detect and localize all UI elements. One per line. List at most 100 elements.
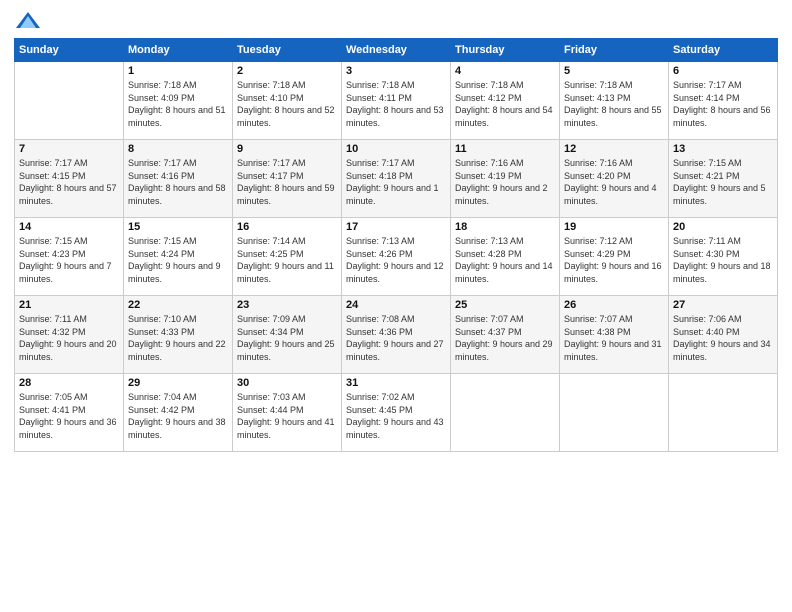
calendar-cell: 3 Sunrise: 7:18 AMSunset: 4:11 PMDaylight… (342, 62, 451, 140)
day-info: Sunrise: 7:02 AMSunset: 4:45 PMDaylight:… (346, 391, 446, 441)
day-number: 22 (128, 299, 228, 311)
day-number: 23 (237, 299, 337, 311)
week-row-4: 21 Sunrise: 7:11 AMSunset: 4:32 PMDayligh… (15, 296, 778, 374)
calendar-cell: 9 Sunrise: 7:17 AMSunset: 4:17 PMDaylight… (233, 140, 342, 218)
calendar-cell: 20 Sunrise: 7:11 AMSunset: 4:30 PMDayligh… (669, 218, 778, 296)
day-info: Sunrise: 7:16 AMSunset: 4:19 PMDaylight:… (455, 157, 555, 207)
calendar-cell: 16Sunrise: 7:14 AMSunset: 4:25 PMDayligh… (233, 218, 342, 296)
day-number: 30 (237, 377, 337, 389)
calendar-cell: 27Sunrise: 7:06 AMSunset: 4:40 PMDayligh… (669, 296, 778, 374)
header (14, 10, 778, 32)
day-number: 10 (346, 143, 446, 155)
day-number: 3 (346, 65, 446, 77)
day-number: 9 (237, 143, 337, 155)
day-info: Sunrise: 7:12 AMSunset: 4:29 PMDaylight:… (564, 235, 664, 285)
day-number: 21 (19, 299, 119, 311)
day-number: 12 (564, 143, 664, 155)
calendar-cell: 30 Sunrise: 7:03 AMSunset: 4:44 PMDayligh… (233, 374, 342, 452)
day-number: 29 (128, 377, 228, 389)
day-info: Sunrise: 7:18 AMSunset: 4:10 PMDaylight:… (237, 79, 337, 129)
calendar-cell: 18Sunrise: 7:13 AMSunset: 4:28 PMDayligh… (451, 218, 560, 296)
calendar-cell (560, 374, 669, 452)
weekday-header-tuesday: Tuesday (233, 39, 342, 62)
calendar-cell: 12Sunrise: 7:16 AMSunset: 4:20 PMDayligh… (560, 140, 669, 218)
day-number: 16 (237, 221, 337, 233)
calendar-cell: 28 Sunrise: 7:05 AMSunset: 4:41 PMDayligh… (15, 374, 124, 452)
day-info: Sunrise: 7:15 AMSunset: 4:21 PMDaylight:… (673, 157, 773, 207)
week-row-1: 1 Sunrise: 7:18 AMSunset: 4:09 PMDaylight… (15, 62, 778, 140)
day-info: Sunrise: 7:18 AMSunset: 4:12 PMDaylight:… (455, 79, 555, 129)
calendar-cell: 5 Sunrise: 7:18 AMSunset: 4:13 PMDaylight… (560, 62, 669, 140)
calendar-cell: 8 Sunrise: 7:17 AMSunset: 4:16 PMDaylight… (124, 140, 233, 218)
day-number: 1 (128, 65, 228, 77)
calendar-cell: 26 Sunrise: 7:07 AMSunset: 4:38 PMDayligh… (560, 296, 669, 374)
day-info: Sunrise: 7:10 AMSunset: 4:33 PMDaylight:… (128, 313, 228, 363)
calendar-cell: 31 Sunrise: 7:02 AMSunset: 4:45 PMDayligh… (342, 374, 451, 452)
day-number: 5 (564, 65, 664, 77)
day-info: Sunrise: 7:07 AMSunset: 4:38 PMDaylight:… (564, 313, 664, 363)
day-info: Sunrise: 7:18 AMSunset: 4:09 PMDaylight:… (128, 79, 228, 129)
calendar-cell: 15 Sunrise: 7:15 AMSunset: 4:24 PMDayligh… (124, 218, 233, 296)
day-number: 8 (128, 143, 228, 155)
day-info: Sunrise: 7:11 AMSunset: 4:32 PMDaylight:… (19, 313, 119, 363)
calendar-cell (451, 374, 560, 452)
week-row-3: 14 Sunrise: 7:15 AMSunset: 4:23 PMDayligh… (15, 218, 778, 296)
weekday-header-saturday: Saturday (669, 39, 778, 62)
day-info: Sunrise: 7:15 AMSunset: 4:23 PMDaylight:… (19, 235, 119, 285)
calendar-cell: 29Sunrise: 7:04 AMSunset: 4:42 PMDayligh… (124, 374, 233, 452)
day-info: Sunrise: 7:11 AMSunset: 4:30 PMDaylight:… (673, 235, 773, 285)
calendar-cell: 21 Sunrise: 7:11 AMSunset: 4:32 PMDayligh… (15, 296, 124, 374)
day-info: Sunrise: 7:03 AMSunset: 4:44 PMDaylight:… (237, 391, 337, 441)
calendar-cell: 23 Sunrise: 7:09 AMSunset: 4:34 PMDayligh… (233, 296, 342, 374)
logo-icon (14, 10, 42, 32)
day-number: 17 (346, 221, 446, 233)
calendar-cell: 7 Sunrise: 7:17 AMSunset: 4:15 PMDaylight… (15, 140, 124, 218)
week-row-5: 28 Sunrise: 7:05 AMSunset: 4:41 PMDayligh… (15, 374, 778, 452)
day-number: 13 (673, 143, 773, 155)
weekday-header-row: SundayMondayTuesdayWednesdayThursdayFrid… (15, 39, 778, 62)
day-number: 25 (455, 299, 555, 311)
day-info: Sunrise: 7:18 AMSunset: 4:13 PMDaylight:… (564, 79, 664, 129)
weekday-header-monday: Monday (124, 39, 233, 62)
day-info: Sunrise: 7:09 AMSunset: 4:34 PMDaylight:… (237, 313, 337, 363)
day-info: Sunrise: 7:13 AMSunset: 4:26 PMDaylight:… (346, 235, 446, 285)
calendar-cell: 4 Sunrise: 7:18 AMSunset: 4:12 PMDaylight… (451, 62, 560, 140)
day-number: 27 (673, 299, 773, 311)
day-info: Sunrise: 7:15 AMSunset: 4:24 PMDaylight:… (128, 235, 228, 285)
day-number: 18 (455, 221, 555, 233)
calendar-cell: 25Sunrise: 7:07 AMSunset: 4:37 PMDayligh… (451, 296, 560, 374)
calendar-cell: 2Sunrise: 7:18 AMSunset: 4:10 PMDaylight… (233, 62, 342, 140)
day-number: 20 (673, 221, 773, 233)
day-number: 15 (128, 221, 228, 233)
calendar-table: SundayMondayTuesdayWednesdayThursdayFrid… (14, 38, 778, 452)
day-number: 19 (564, 221, 664, 233)
day-number: 14 (19, 221, 119, 233)
day-info: Sunrise: 7:17 AMSunset: 4:16 PMDaylight:… (128, 157, 228, 207)
day-info: Sunrise: 7:18 AMSunset: 4:11 PMDaylight:… (346, 79, 446, 129)
day-number: 31 (346, 377, 446, 389)
weekday-header-friday: Friday (560, 39, 669, 62)
day-info: Sunrise: 7:17 AMSunset: 4:18 PMDaylight:… (346, 157, 446, 207)
calendar-cell: 14 Sunrise: 7:15 AMSunset: 4:23 PMDayligh… (15, 218, 124, 296)
day-number: 4 (455, 65, 555, 77)
calendar-cell: 17 Sunrise: 7:13 AMSunset: 4:26 PMDayligh… (342, 218, 451, 296)
calendar-cell (15, 62, 124, 140)
calendar-cell: 24 Sunrise: 7:08 AMSunset: 4:36 PMDayligh… (342, 296, 451, 374)
calendar-cell: 11Sunrise: 7:16 AMSunset: 4:19 PMDayligh… (451, 140, 560, 218)
day-info: Sunrise: 7:17 AMSunset: 4:14 PMDaylight:… (673, 79, 773, 129)
calendar-cell: 1 Sunrise: 7:18 AMSunset: 4:09 PMDaylight… (124, 62, 233, 140)
day-info: Sunrise: 7:17 AMSunset: 4:17 PMDaylight:… (237, 157, 337, 207)
day-number: 7 (19, 143, 119, 155)
calendar-cell: 22 Sunrise: 7:10 AMSunset: 4:33 PMDayligh… (124, 296, 233, 374)
day-number: 24 (346, 299, 446, 311)
day-info: Sunrise: 7:17 AMSunset: 4:15 PMDaylight:… (19, 157, 119, 207)
calendar-cell: 19 Sunrise: 7:12 AMSunset: 4:29 PMDayligh… (560, 218, 669, 296)
week-row-2: 7 Sunrise: 7:17 AMSunset: 4:15 PMDaylight… (15, 140, 778, 218)
logo (14, 10, 46, 32)
day-info: Sunrise: 7:05 AMSunset: 4:41 PMDaylight:… (19, 391, 119, 441)
calendar-cell: 10 Sunrise: 7:17 AMSunset: 4:18 PMDayligh… (342, 140, 451, 218)
day-number: 28 (19, 377, 119, 389)
day-info: Sunrise: 7:08 AMSunset: 4:36 PMDaylight:… (346, 313, 446, 363)
day-number: 6 (673, 65, 773, 77)
day-number: 26 (564, 299, 664, 311)
